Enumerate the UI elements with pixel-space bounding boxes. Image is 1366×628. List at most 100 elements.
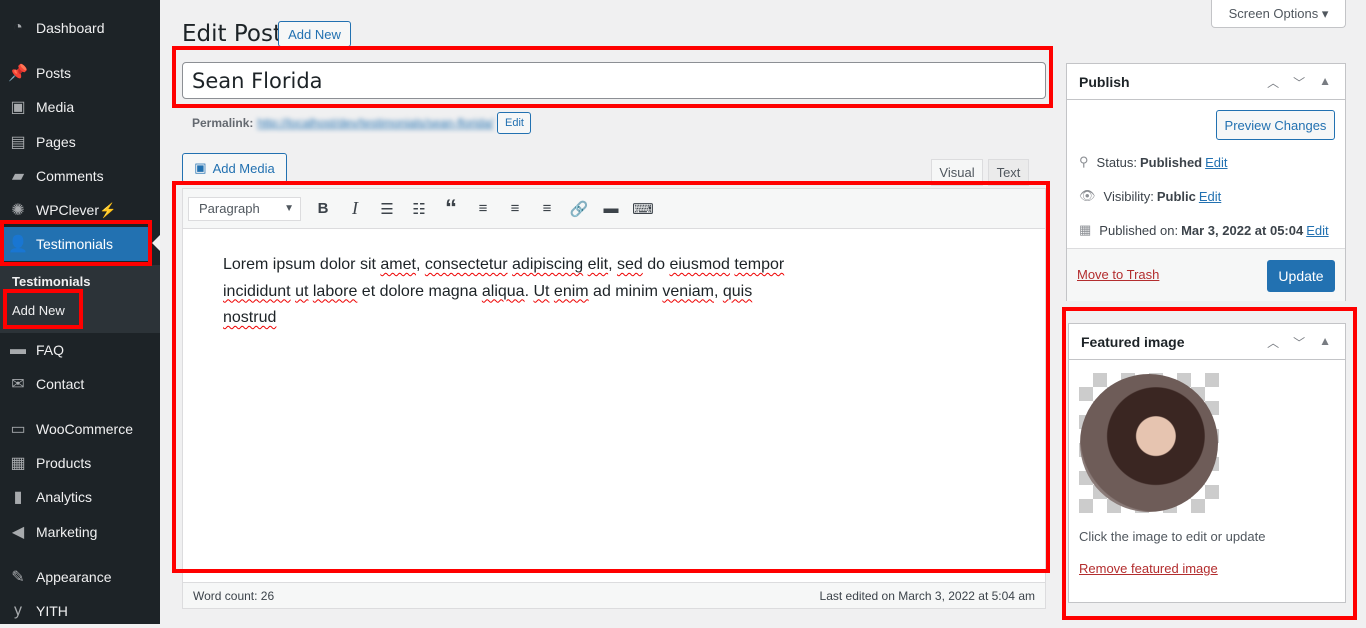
sidebar-item-label: Products [36, 455, 92, 471]
chevron-down-icon[interactable]: ﹀ [1293, 74, 1305, 91]
add-media-label: Add Media [212, 160, 275, 176]
featured-title: Featured image [1081, 333, 1185, 350]
toggle-icon[interactable]: ▲ [1319, 334, 1331, 351]
misspelled-word: eiusmod [669, 256, 730, 273]
published-label: Published on: [1099, 222, 1179, 238]
content-line: incididunt ut labore et dolore magna ali… [223, 279, 803, 306]
sidebar-item-label: Appearance [36, 569, 112, 585]
misspelled-word: aliqua [481, 282, 525, 300]
editor-content[interactable]: Lorem ipsum dolor sit amet, consectetur … [183, 229, 843, 355]
add-new-button[interactable]: Add New [278, 21, 351, 47]
tab-visual[interactable]: Visual [931, 159, 983, 186]
sidebar-item-products[interactable]: ▦ Products [0, 446, 160, 480]
lightning-icon: ⚡ [99, 201, 117, 218]
pages-icon: ▤ [10, 134, 26, 151]
numbered-list-icon[interactable]: ☷ [403, 195, 435, 223]
woo-icon: ▭ [10, 421, 26, 438]
misspelled-word: quis [722, 282, 753, 300]
mail-icon: ✉ [11, 376, 25, 393]
align-left-icon[interactable]: ≡ [467, 195, 499, 223]
tab-text[interactable]: Text [988, 159, 1029, 186]
move-to-trash-link[interactable]: Move to Trash [1077, 267, 1159, 282]
sidebar-item-pages[interactable]: ▤ Pages [0, 125, 160, 159]
comment-icon: ▰ [11, 168, 25, 185]
read-more-icon[interactable]: ▬ [595, 195, 627, 223]
visibility-value: Public [1156, 188, 1196, 204]
sidebar-item-faq[interactable]: ▬ FAQ [0, 333, 160, 367]
featured-hint: Click the image to edit or update [1079, 529, 1266, 544]
content-line: nostrud [223, 305, 803, 332]
sidebar-item-yith[interactable]: y YITH [0, 594, 160, 628]
sidebar-item-label: Contact [36, 376, 85, 392]
chevron-up-icon[interactable]: ︿ [1267, 334, 1279, 351]
date-edit-link[interactable]: Edit [1306, 223, 1328, 238]
dashboard-icon: ◔ [13, 19, 23, 36]
misspelled-word: Ut [533, 282, 550, 300]
toggle-icon[interactable]: ▲ [1319, 74, 1331, 91]
visibility-label: Visibility: [1103, 188, 1154, 204]
misspelled-word: labore [312, 282, 358, 300]
sidebar-item-contact[interactable]: ✉ Contact [0, 367, 160, 401]
sidebar-item-marketing[interactable]: ◀ Marketing [0, 515, 160, 549]
submenu-add-new[interactable]: Add New [12, 303, 65, 318]
last-edited: Last edited on March 3, 2022 at 5:04 am [819, 588, 1035, 603]
featured-image[interactable] [1079, 373, 1219, 513]
caret-down-icon: ▼ [284, 203, 294, 214]
page-title: Edit Post [182, 21, 282, 47]
submenu-title[interactable]: Testimonials [12, 274, 91, 289]
toolbar-toggle-icon[interactable]: ⌨ [627, 195, 659, 223]
align-right-icon[interactable]: ≡ [531, 195, 563, 223]
sidebar-item-testimonials[interactable]: 👤 Testimonials [0, 227, 148, 261]
sidebar-item-woocommerce[interactable]: ▭ WooCommerce [0, 412, 160, 446]
calendar-icon: ▦ [1079, 222, 1092, 237]
sidebar-item-label: Pages [36, 134, 76, 150]
misspelled-word: nostrud [223, 309, 277, 326]
sidebar-item-media[interactable]: ▣ Media [0, 90, 160, 124]
sidebar-item-label: Media [36, 99, 75, 115]
sidebar-item-comments[interactable]: ▰ Comments [0, 159, 160, 193]
sidebar-item-analytics[interactable]: ▮ Analytics [0, 480, 160, 514]
sidebar-item-posts[interactable]: 📌 Posts [0, 56, 160, 90]
post-title-input[interactable] [182, 62, 1046, 99]
chevron-up-icon[interactable]: ︿ [1267, 74, 1279, 91]
align-center-icon[interactable]: ≡ [499, 195, 531, 223]
add-media-button[interactable]: ▣ Add Media [182, 153, 287, 183]
status-label: Status: [1096, 154, 1137, 170]
sidebar-item-dashboard[interactable]: ◔ Dashboard [0, 11, 160, 45]
sidebar-item-label: WooCommerce [36, 421, 133, 437]
misspelled-word: tempor [734, 256, 785, 273]
media-icon: ▣ [10, 99, 26, 116]
misspelled-word: enim [553, 282, 589, 300]
misspelled-word: ut [295, 282, 309, 300]
text-segment: Lorem ipsum dolor sit [223, 256, 381, 273]
remove-featured-image-link[interactable]: Remove featured image [1079, 561, 1218, 576]
sidebar-item-label: Comments [36, 168, 104, 184]
italic-icon[interactable]: I [339, 195, 371, 223]
permalink-link[interactable]: http://localhost/dev/testimonials/sean-f… [257, 116, 493, 130]
screen-options-button[interactable]: Screen Options ▾ [1211, 0, 1346, 28]
misspelled-word: incididunt [223, 282, 291, 300]
bullet-list-icon[interactable]: ☰ [371, 195, 403, 223]
wpclever-icon: ✺ [11, 202, 25, 219]
bold-icon[interactable]: B [307, 195, 339, 223]
editor-status-bar: Word count: 26 Last edited on March 3, 2… [183, 582, 1045, 608]
status-edit-link[interactable]: Edit [1205, 155, 1227, 170]
link-icon[interactable]: 🔗 [563, 195, 595, 223]
format-select[interactable]: Paragraph ▼ [188, 196, 301, 221]
update-button[interactable]: Update [1267, 260, 1335, 292]
permalink-edit-button[interactable]: Edit [497, 112, 532, 134]
featured-image-box: Featured image ︿ ﹀ ▲ Click the image to ed… [1068, 323, 1346, 603]
preview-changes-button[interactable]: Preview Changes [1216, 110, 1335, 140]
sidebar-item-appearance[interactable]: ✎ Appearance [0, 560, 160, 594]
published-value: Mar 3, 2022 at 05:04 [1181, 222, 1304, 238]
permalink-label: Permalink: [192, 116, 254, 130]
user-icon: 👤 [8, 236, 28, 253]
eye-icon: 👁 [1079, 188, 1096, 203]
sidebar-item-label: WPClever [36, 202, 100, 218]
blockquote-icon[interactable]: “ [435, 195, 467, 223]
word-count: Word count: 26 [193, 588, 275, 603]
products-icon: ▦ [10, 455, 26, 472]
visibility-edit-link[interactable]: Edit [1199, 189, 1221, 204]
sidebar-item-wpclever[interactable]: ✺ WPClever ⚡ [0, 193, 160, 227]
chevron-down-icon[interactable]: ﹀ [1293, 334, 1305, 351]
